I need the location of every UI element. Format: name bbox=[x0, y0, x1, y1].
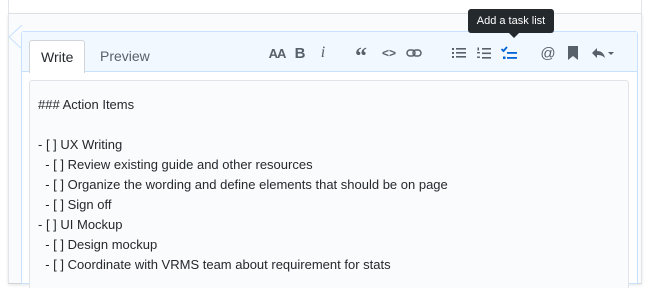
textarea-line: - [ ] Design mockup bbox=[38, 237, 158, 252]
reply-dropdown-icon[interactable] bbox=[590, 44, 616, 62]
textarea-line: - [ ] UX Writing bbox=[38, 137, 123, 152]
tooltip-arrow bbox=[509, 33, 519, 38]
comment-textarea[interactable]: ### Action Items - [ ] UX Writing - [ ] … bbox=[29, 80, 629, 288]
mention-icon[interactable]: @ bbox=[539, 44, 557, 62]
quote-icon[interactable]: “ bbox=[353, 44, 369, 70]
header-text-icon[interactable]: AA bbox=[268, 44, 287, 62]
textarea-line: - [ ] Review existing guide and other re… bbox=[38, 157, 313, 172]
unordered-list-icon[interactable] bbox=[450, 44, 468, 62]
ordered-list-icon[interactable] bbox=[475, 44, 493, 62]
link-icon[interactable] bbox=[405, 44, 423, 62]
italic-icon[interactable]: i bbox=[317, 44, 329, 62]
tooltip: Add a task list bbox=[468, 9, 554, 33]
code-icon[interactable]: <> bbox=[380, 44, 398, 62]
textarea-line bbox=[38, 115, 620, 135]
textarea-line: - [ ] Sign off bbox=[38, 197, 112, 212]
textarea-line: - [ ] Coordinate with VRMS team about re… bbox=[38, 257, 391, 272]
textarea-line: - [ ] Organize the wording and define el… bbox=[38, 177, 448, 192]
tab-preview[interactable]: Preview bbox=[89, 40, 161, 73]
bookmark-icon[interactable] bbox=[566, 44, 580, 62]
task-list-icon[interactable] bbox=[500, 44, 518, 62]
textarea-line: ### Action Items bbox=[38, 97, 135, 112]
bold-icon[interactable]: B bbox=[292, 44, 308, 62]
editor-toolbar: Write Preview AA B i “ <> @ bbox=[22, 32, 637, 73]
tab-write[interactable]: Write bbox=[29, 40, 85, 73]
textarea-line: - [ ] UI Mockup bbox=[38, 217, 123, 232]
